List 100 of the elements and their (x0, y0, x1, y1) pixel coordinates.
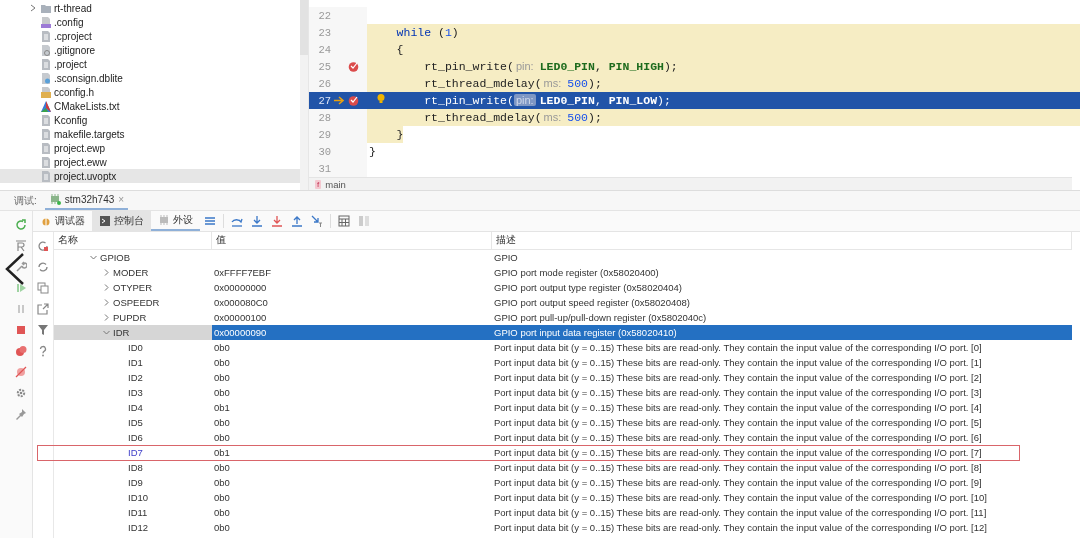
table-cell-text: 0b0 (213, 491, 231, 505)
code-text: { (395, 43, 404, 56)
step-out-icon[interactable] (291, 215, 303, 227)
table-cell[interactable]: ID10 (54, 490, 212, 505)
refresh-icon[interactable] (37, 239, 49, 252)
file-tree-item[interactable]: Kconfig (0, 113, 300, 127)
file-tree-item[interactable]: .gitignore (0, 43, 300, 57)
table-cell[interactable]: ID11 (54, 505, 212, 520)
file-tree-item[interactable]: cconfig.h (0, 85, 300, 99)
table-cell[interactable]: ID12 (54, 520, 212, 535)
mute-breakpoints-icon[interactable] (15, 365, 27, 378)
wrench-icon[interactable] (15, 260, 27, 273)
chevron-icon[interactable] (28, 3, 38, 13)
table-cell[interactable]: ID9 (54, 475, 212, 490)
triangle-logo-icon (41, 100, 51, 112)
file-tree-item[interactable]: makefile.targets (0, 127, 300, 141)
code-text: ) (451, 26, 459, 39)
table-cell-text: 0b0 (213, 506, 231, 520)
breakpoints-icon[interactable] (15, 344, 27, 357)
stop-icon[interactable] (15, 323, 27, 336)
file-tree-item[interactable]: CMakeLists.txt (0, 99, 300, 113)
table-cell[interactable]: ID4 (54, 400, 212, 415)
line-number: 24 (317, 43, 331, 56)
file-tree-item[interactable]: .sconsign.dblite (0, 71, 300, 85)
column-header[interactable]: 名称 (54, 232, 212, 249)
force-step-into-icon[interactable] (271, 215, 283, 227)
table-cell[interactable]: PUPDR (54, 310, 212, 325)
table-cell-text: Port input data bit (y = 0..15) These bits are read-only. They contain the input value of the corresponding I/O port. [10] (493, 491, 988, 505)
table-cell-text: Port input data bit (y = 0..15) These bits are read-only. They contain the input value of the corresponding I/O port. [7] (493, 446, 983, 460)
table-cell[interactable]: ID7 (54, 445, 212, 460)
table-cell[interactable]: ID6 (54, 430, 212, 445)
folder-icon (41, 2, 51, 14)
table-cell-text: 0b0 (213, 371, 231, 385)
file-tree-item[interactable]: .config (0, 15, 300, 29)
code-text: , (594, 60, 603, 73)
table-cell-text: GPIO port output type register (0x58020404) (493, 281, 683, 295)
table-cell[interactable]: ID5 (54, 415, 212, 430)
line-number: 29 (317, 128, 331, 141)
file-tree-item[interactable]: project.ewp (0, 141, 300, 155)
bug-icon (40, 215, 52, 227)
menu-icon[interactable] (204, 215, 216, 227)
pin-icon[interactable] (15, 407, 27, 420)
code-text: ); (663, 60, 678, 73)
panel-label: 调试: (14, 193, 37, 208)
file-icon (41, 44, 51, 56)
table-cell-text: Port input data bit (y = 0..15) These bits are read-only. They contain the input value of the corresponding I/O port. [6] (493, 431, 983, 445)
file-tree-item[interactable]: .project (0, 57, 300, 71)
help-icon[interactable] (37, 344, 49, 357)
breadcrumb-label[interactable]: main (325, 178, 346, 190)
file-tree-item[interactable]: .cproject (0, 29, 300, 43)
console-icon (99, 215, 111, 227)
table-cell-text: 0b0 (213, 431, 231, 445)
table-cell[interactable]: GPIOB (54, 250, 212, 265)
table-cell[interactable]: MODER (54, 265, 212, 280)
table-cell[interactable]: IDR (54, 325, 212, 340)
column-header[interactable]: 值 (212, 232, 492, 249)
file-tree-item[interactable]: project.uvoptx (0, 169, 300, 183)
line-number: 22 (317, 9, 331, 22)
code-text: , (594, 94, 603, 107)
run-to-cursor-icon[interactable] (311, 215, 323, 227)
panel-tab[interactable]: 外设 (151, 211, 200, 231)
parameter-hint: pin: (513, 94, 536, 106)
scrollbar-thumb[interactable] (300, 0, 308, 55)
table-cell[interactable]: ID3 (54, 385, 212, 400)
chip-icon (158, 214, 170, 226)
settings-icon[interactable] (15, 386, 27, 399)
calculator-icon[interactable] (338, 215, 350, 227)
reset-icon[interactable] (15, 239, 27, 252)
rerun-icon[interactable] (15, 218, 27, 231)
file-icon (41, 128, 51, 140)
table-cell[interactable]: ID8 (54, 460, 212, 475)
table-cell-text: GPIO port mode register (0x58020400) (493, 266, 660, 280)
table-cell-text: GPIO (493, 251, 519, 265)
table-cell[interactable]: ID2 (54, 370, 212, 385)
table-cell-text: 0b0 (213, 476, 231, 490)
table-cell-text: Port input data bit (y = 0..15) These bits are read-only. They contain the input value of the corresponding I/O port. [2] (493, 371, 983, 385)
file-icon (41, 142, 51, 154)
panel-tab[interactable]: 控制台 (92, 211, 151, 231)
table-cell-text: GPIO port pull-up/pull-down register (0x5802040c) (493, 311, 708, 325)
code-text: rt_pin_write( (423, 60, 514, 73)
column-header[interactable]: 描述 (492, 232, 1072, 249)
refresh-icon[interactable] (37, 260, 49, 273)
resume-icon[interactable] (15, 281, 27, 294)
file-tree-item[interactable]: project.eww (0, 155, 300, 169)
export-icon[interactable] (37, 302, 49, 315)
table-cell[interactable]: ID1 (54, 355, 212, 370)
code-constant: LED0_PIN (539, 60, 595, 73)
filter-icon[interactable] (37, 323, 49, 336)
file-tree-item[interactable]: rt-thread (0, 1, 300, 15)
file-icon (41, 156, 51, 168)
code-text: } (369, 145, 376, 158)
file-icon (41, 58, 51, 70)
copy-icon[interactable] (37, 281, 49, 294)
step-into-icon[interactable] (251, 215, 263, 227)
table-cell[interactable]: OTYPER (54, 280, 212, 295)
table-cell[interactable]: OSPEEDR (54, 295, 212, 310)
table-cell-text: 0x000080C0 (213, 296, 269, 310)
table-cell-text: Port input data bit (y = 0..15) These bits are read-only. They contain the input value of the corresponding I/O port. [5] (493, 416, 983, 430)
panel-tab[interactable]: 调试器 (33, 211, 92, 231)
table-cell[interactable]: ID0 (54, 340, 212, 355)
